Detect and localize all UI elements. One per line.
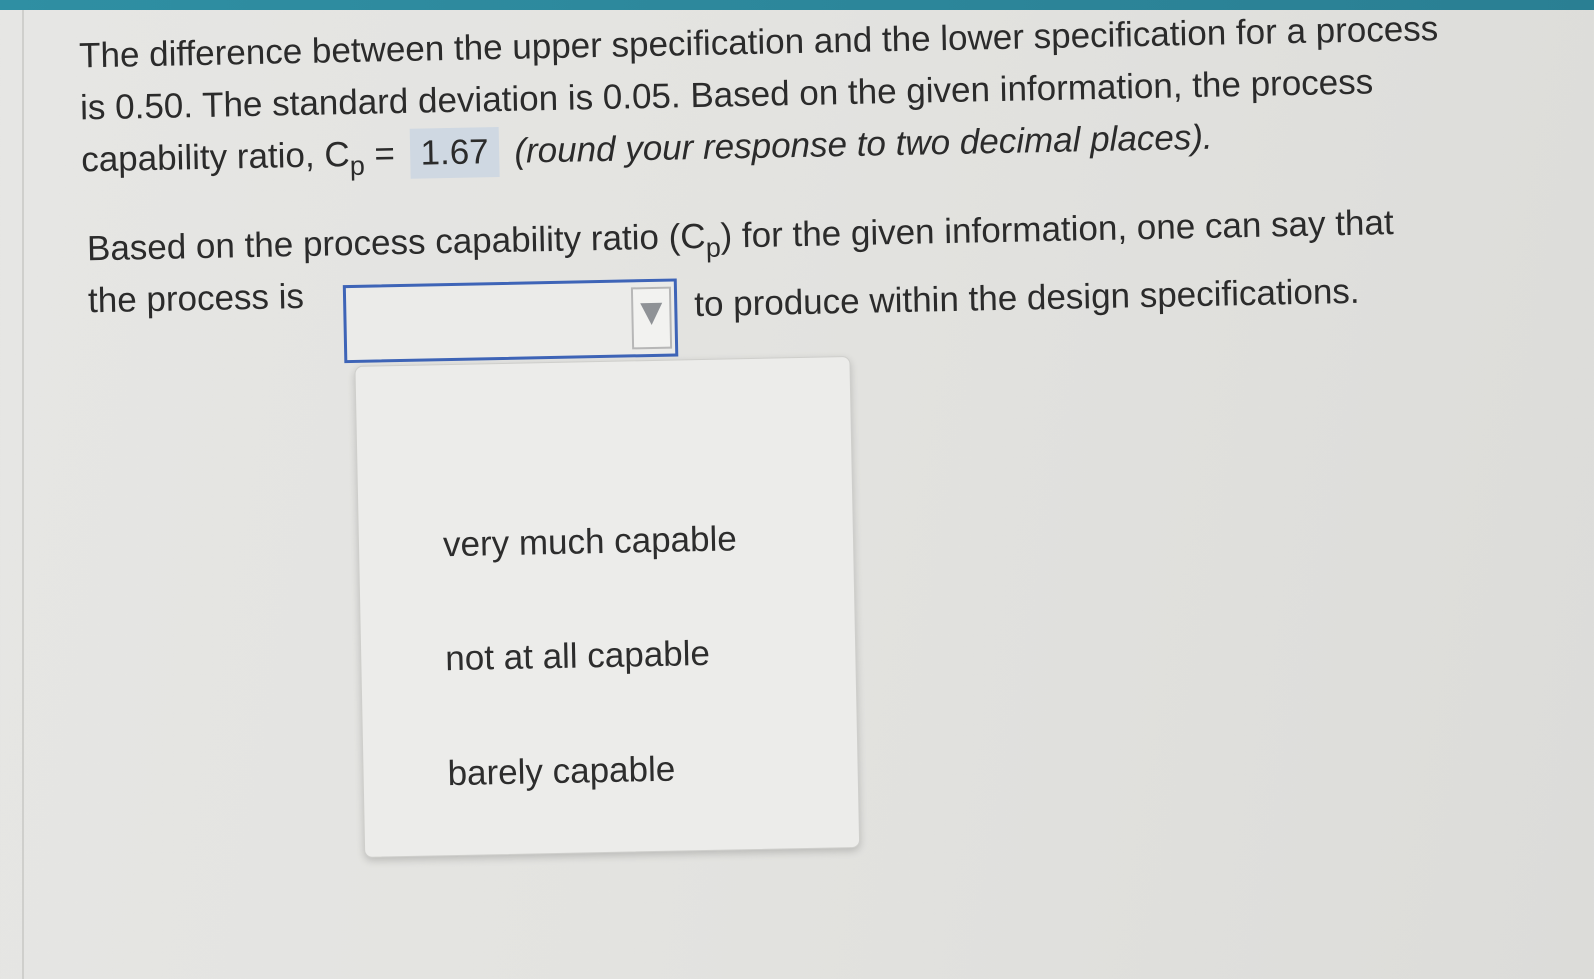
option-not-at-all-capable[interactable]: not at all capable bbox=[445, 632, 710, 681]
equals-sign: = bbox=[364, 133, 405, 174]
option-very-much-capable[interactable]: very much capable bbox=[443, 517, 738, 567]
followup-subscript: p bbox=[705, 232, 722, 263]
cp-subscript: p bbox=[349, 150, 366, 182]
capability-dropdown[interactable] bbox=[342, 278, 679, 364]
cp-answer-field[interactable]: 1.67 bbox=[410, 127, 500, 179]
dropdown-options-panel: very much capable not at all capable bar… bbox=[354, 356, 861, 858]
dropdown-toggle-button[interactable] bbox=[630, 286, 673, 350]
cp-label: capability ratio, C bbox=[80, 135, 351, 180]
followup-suffix: ) for the given information, one can say… bbox=[720, 203, 1394, 256]
followup-prefix: Based on the process capability ratio (C bbox=[86, 216, 706, 269]
option-barely-capable[interactable]: barely capable bbox=[447, 748, 675, 797]
triangle-down-icon bbox=[640, 302, 663, 326]
question-paragraph: The difference between the upper specifi… bbox=[79, 0, 1594, 186]
question-page: The difference between the upper specifi… bbox=[0, 0, 1594, 979]
rounding-instruction: (round your response to two decimal plac… bbox=[513, 117, 1214, 171]
